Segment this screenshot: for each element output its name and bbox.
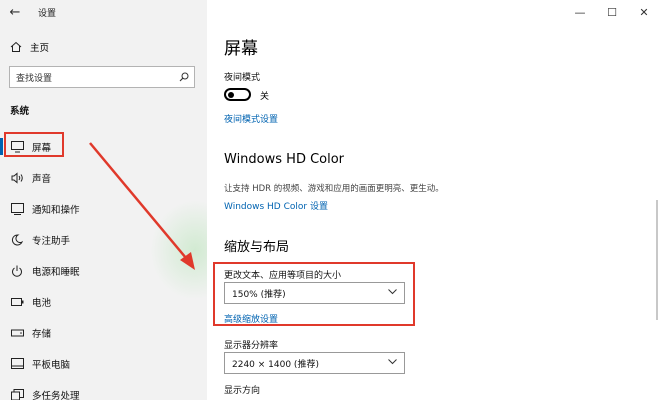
multitask-icon bbox=[10, 388, 24, 400]
toggle-knob bbox=[228, 91, 234, 98]
app-title: 设置 bbox=[38, 8, 57, 19]
sidebar-item-focus-assist[interactable]: 专注助手 bbox=[0, 224, 207, 255]
sidebar-item-power-sleep[interactable]: 电源和睡眠 bbox=[0, 255, 207, 286]
home-label: 主页 bbox=[30, 43, 50, 54]
orientation-label: 显示方向 bbox=[224, 386, 261, 396]
page-title: 屏幕 bbox=[224, 39, 258, 59]
notification-icon bbox=[10, 202, 24, 216]
sidebar-item-label: 通知和操作 bbox=[32, 204, 80, 216]
window-controls: — ☐ ✕ bbox=[564, 0, 660, 24]
main-content: — ☐ ✕ 屏幕 夜间模式 关 夜间模式设置 Windows HD Color … bbox=[207, 0, 660, 400]
speaker-icon bbox=[10, 171, 24, 185]
sidebar-item-label: 存储 bbox=[32, 328, 52, 340]
battery-icon bbox=[10, 295, 24, 309]
sidebar-item-storage[interactable]: 存储 bbox=[0, 317, 207, 348]
search-icon[interactable] bbox=[174, 72, 194, 82]
scrollbar[interactable] bbox=[656, 200, 658, 320]
chevron-down-icon bbox=[388, 358, 397, 368]
night-light-label: 夜间模式 bbox=[224, 73, 261, 83]
sidebar-item-label: 电源和睡眠 bbox=[32, 266, 80, 278]
resolution-dropdown[interactable]: 2240 × 1400 (推荐) bbox=[224, 352, 405, 374]
resolution-label: 显示器分辨率 bbox=[224, 341, 279, 351]
sidebar-nav: 屏幕 声音 通知和操作 专注助手 电源和睡眠 电池 存储 平板电脑 多任务处理 bbox=[0, 131, 207, 400]
search-box[interactable]: 查找设置 bbox=[9, 66, 195, 88]
sidebar-item-multitasking[interactable]: 多任务处理 bbox=[0, 379, 207, 400]
back-button[interactable]: ← bbox=[0, 0, 30, 24]
sidebar-item-label: 平板电脑 bbox=[32, 359, 71, 371]
sidebar: ← 设置 主页 查找设置 系统 屏幕 声音 通知和操作 专注助手 电源和睡眠 电… bbox=[0, 0, 207, 400]
hdr-heading: Windows HD Color bbox=[224, 152, 345, 167]
home-icon bbox=[10, 41, 22, 53]
hdr-description: 让支持 HDR 的视频、游戏和应用的画面更明亮、更生动。 bbox=[224, 184, 444, 194]
minimize-button[interactable]: — bbox=[564, 0, 596, 24]
power-icon bbox=[10, 264, 24, 278]
sidebar-item-label: 声音 bbox=[32, 173, 52, 185]
tablet-icon bbox=[10, 357, 24, 371]
night-light-settings-link[interactable]: 夜间模式设置 bbox=[224, 112, 278, 125]
sidebar-item-battery[interactable]: 电池 bbox=[0, 286, 207, 317]
night-light-state: 关 bbox=[260, 92, 270, 102]
scale-layout-heading: 缩放与布局 bbox=[224, 240, 290, 255]
title-bar: ← 设置 bbox=[0, 0, 56, 24]
hdr-settings-link[interactable]: Windows HD Color 设置 bbox=[224, 199, 328, 212]
sidebar-item-label: 专注助手 bbox=[32, 235, 71, 247]
moon-icon bbox=[10, 233, 24, 247]
sidebar-item-label: 多任务处理 bbox=[32, 390, 80, 400]
close-button[interactable]: ✕ bbox=[628, 0, 660, 24]
maximize-button[interactable]: ☐ bbox=[596, 0, 628, 24]
highlight-box-scale bbox=[213, 262, 415, 326]
night-light-toggle[interactable] bbox=[224, 88, 251, 101]
section-heading: 系统 bbox=[10, 106, 30, 117]
sidebar-item-label: 电池 bbox=[32, 297, 52, 309]
sidebar-item-notifications[interactable]: 通知和操作 bbox=[0, 193, 207, 224]
highlight-box-display bbox=[4, 132, 64, 157]
sidebar-item-sound[interactable]: 声音 bbox=[0, 162, 207, 193]
home-link[interactable]: 主页 bbox=[10, 40, 49, 54]
sidebar-item-tablet[interactable]: 平板电脑 bbox=[0, 348, 207, 379]
resolution-value: 2240 × 1400 (推荐) bbox=[232, 359, 319, 370]
search-input[interactable]: 查找设置 bbox=[16, 71, 174, 84]
storage-icon bbox=[10, 326, 24, 340]
